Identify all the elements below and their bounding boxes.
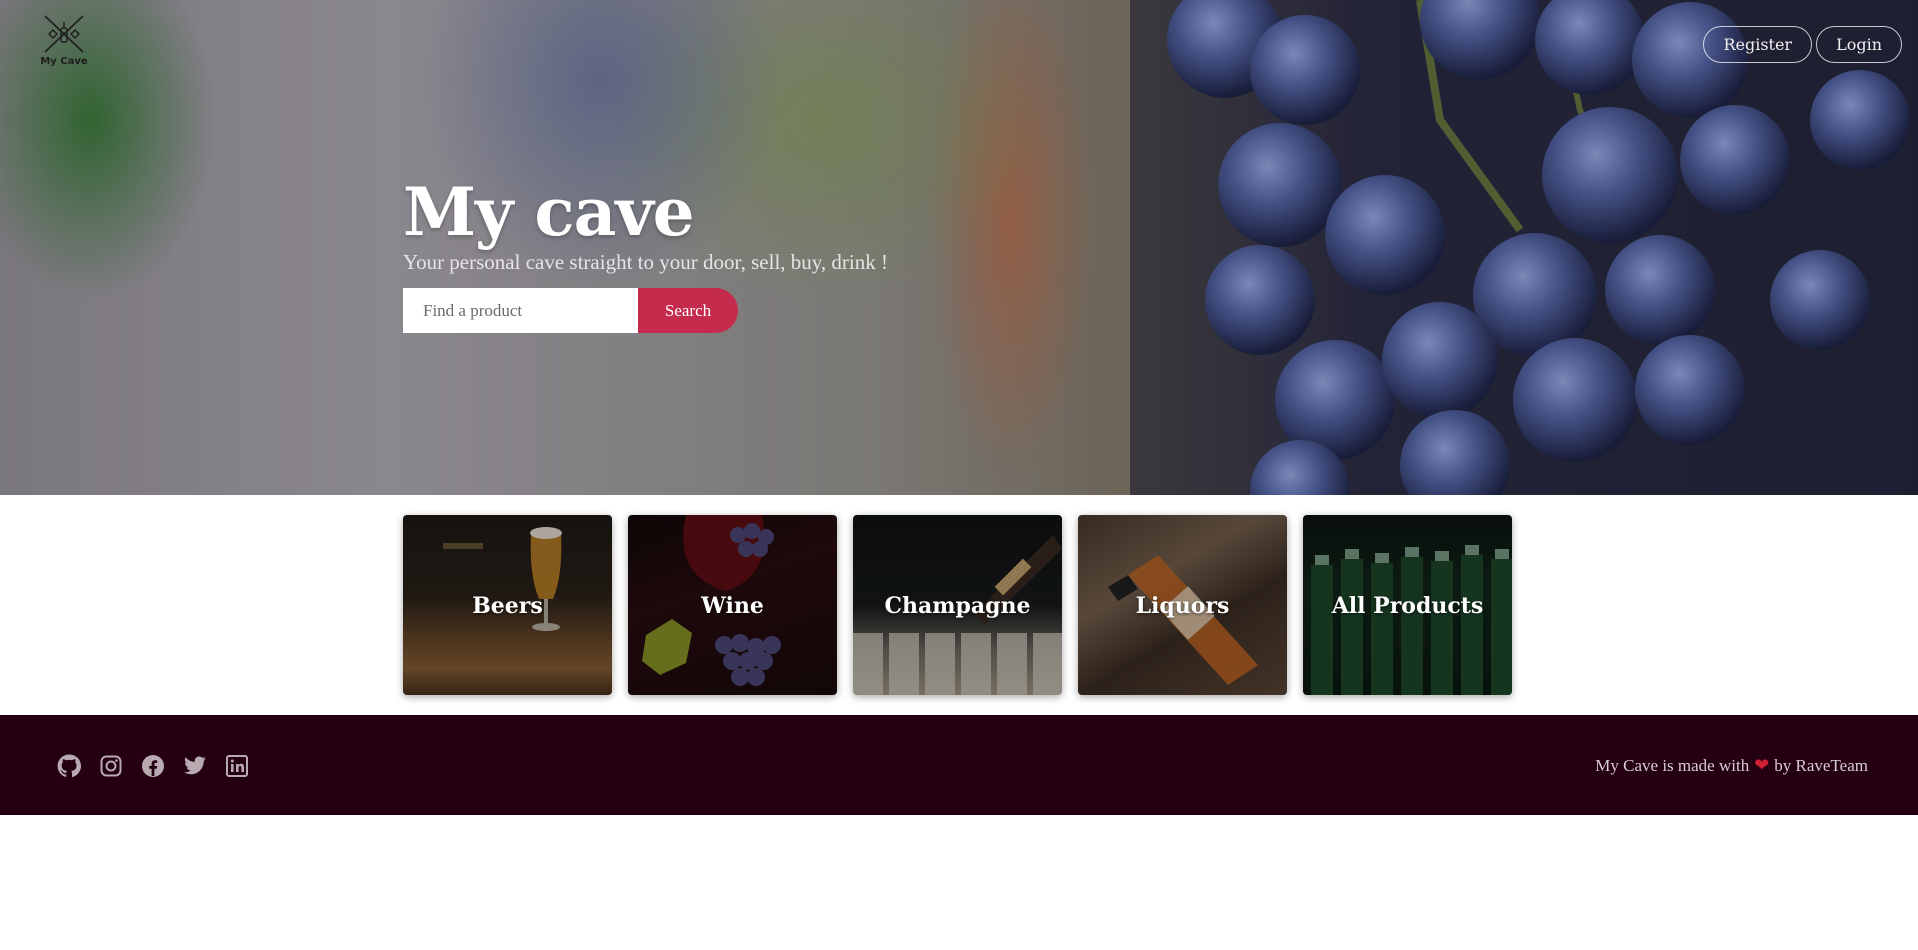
search-form: Search [403, 288, 888, 333]
hero-overlay [0, 0, 1918, 495]
category-label: All Products [1331, 593, 1484, 619]
logo-icon [44, 15, 84, 53]
category-card-beers[interactable]: Beers [403, 515, 612, 695]
facebook-icon[interactable] [141, 754, 165, 778]
github-icon[interactable] [57, 754, 81, 778]
hero-subtitle: Your personal cave straight to your door… [403, 250, 888, 274]
category-card-all-products[interactable]: All Products [1303, 515, 1512, 695]
hero-banner: My Cave Register Login My cave Your pers… [0, 0, 1918, 495]
credits: My Cave is made with ❤ by RaveTeam [1595, 755, 1868, 776]
brand-logo[interactable]: My Cave [38, 14, 90, 74]
category-label: Beers [472, 593, 543, 619]
category-label: Champagne [884, 593, 1031, 619]
hero-content: My cave Your personal cave straight to y… [403, 176, 888, 333]
category-card-champagne[interactable]: Champagne [853, 515, 1062, 695]
search-button[interactable]: Search [638, 288, 738, 333]
logo-text: My Cave [40, 56, 88, 67]
register-button[interactable]: Register [1703, 26, 1813, 63]
social-links [57, 754, 249, 778]
footer: My Cave is made with ❤ by RaveTeam [0, 715, 1918, 815]
category-card-wine[interactable]: Wine [628, 515, 837, 695]
category-label: Wine [701, 593, 764, 619]
heart-icon: ❤ [1754, 755, 1770, 775]
category-label: Liquors [1135, 593, 1230, 619]
credits-prefix: My Cave is made with [1595, 755, 1750, 775]
header-actions: Register Login [1703, 26, 1902, 63]
linkedin-icon[interactable] [225, 754, 249, 778]
login-button[interactable]: Login [1816, 26, 1902, 63]
page-title: My cave [403, 173, 695, 251]
twitter-icon[interactable] [183, 754, 207, 778]
category-card-liquors[interactable]: Liquors [1078, 515, 1287, 695]
instagram-icon[interactable] [99, 754, 123, 778]
credits-suffix: by RaveTeam [1774, 755, 1868, 775]
search-input[interactable] [403, 288, 638, 333]
category-list: Beers Wine Champagne Liquors All Product… [403, 515, 1512, 695]
